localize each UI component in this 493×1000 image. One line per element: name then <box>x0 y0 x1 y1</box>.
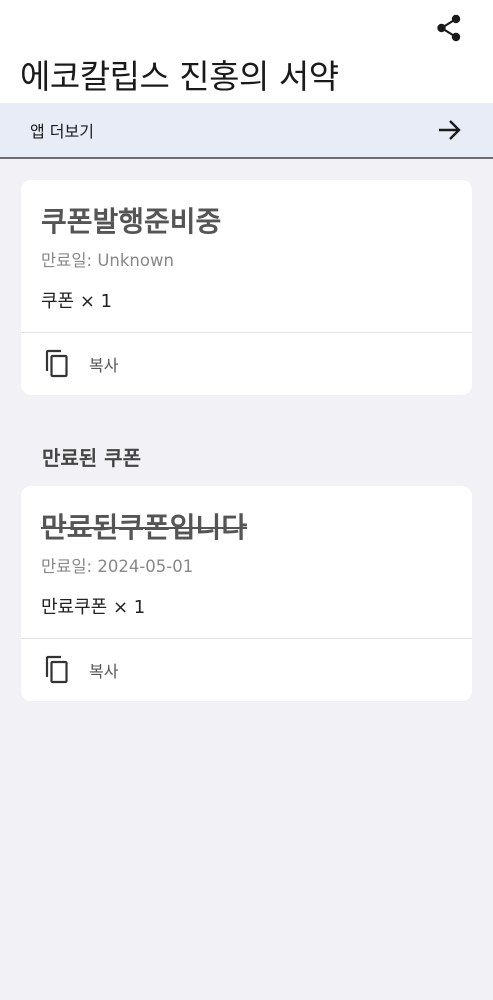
page-title: 에코칼립스 진홍의 서약 <box>20 57 339 96</box>
more-apps-banner[interactable]: 앱 더보기 <box>0 103 493 159</box>
share-icon <box>436 14 462 46</box>
coupon-quantity: 만료쿠폰 × 1 <box>41 597 146 618</box>
card-actions: 복사 <box>21 639 472 701</box>
copy-label: 복사 <box>89 356 119 375</box>
copy-button[interactable]: 복사 <box>43 655 118 685</box>
copy-label: 복사 <box>89 662 119 681</box>
coupon-card-body: 만료된쿠폰입니다 만료일: 2024-05-01 만료쿠폰 × 1 <box>21 486 472 618</box>
more-apps-label: 앱 더보기 <box>30 122 94 141</box>
share-button[interactable] <box>433 14 465 46</box>
coupon-title: 만료된쿠폰입니다 <box>41 511 248 544</box>
coupon-card-body: 쿠폰발행준비중 만료일: Unknown 쿠폰 × 1 <box>21 180 472 312</box>
coupon-card: 쿠폰발행준비중 만료일: Unknown 쿠폰 × 1 복사 <box>21 180 472 395</box>
coupon-quantity: 쿠폰 × 1 <box>41 291 113 312</box>
copy-icon <box>43 349 71 379</box>
card-actions: 복사 <box>21 333 472 395</box>
expired-coupon-card: 만료된쿠폰입니다 만료일: 2024-05-01 만료쿠폰 × 1 복사 <box>21 486 472 701</box>
expired-section-title: 만료된 쿠폰 <box>42 446 141 470</box>
copy-icon <box>43 655 71 685</box>
arrow-right-icon <box>437 117 463 143</box>
coupon-expiry: 만료일: Unknown <box>41 251 174 270</box>
copy-button[interactable]: 복사 <box>43 349 118 379</box>
coupon-expiry: 만료일: 2024-05-01 <box>41 557 194 576</box>
app-header: 에코칼립스 진홍의 서약 <box>0 0 493 103</box>
coupon-title: 쿠폰발행준비중 <box>41 205 222 238</box>
